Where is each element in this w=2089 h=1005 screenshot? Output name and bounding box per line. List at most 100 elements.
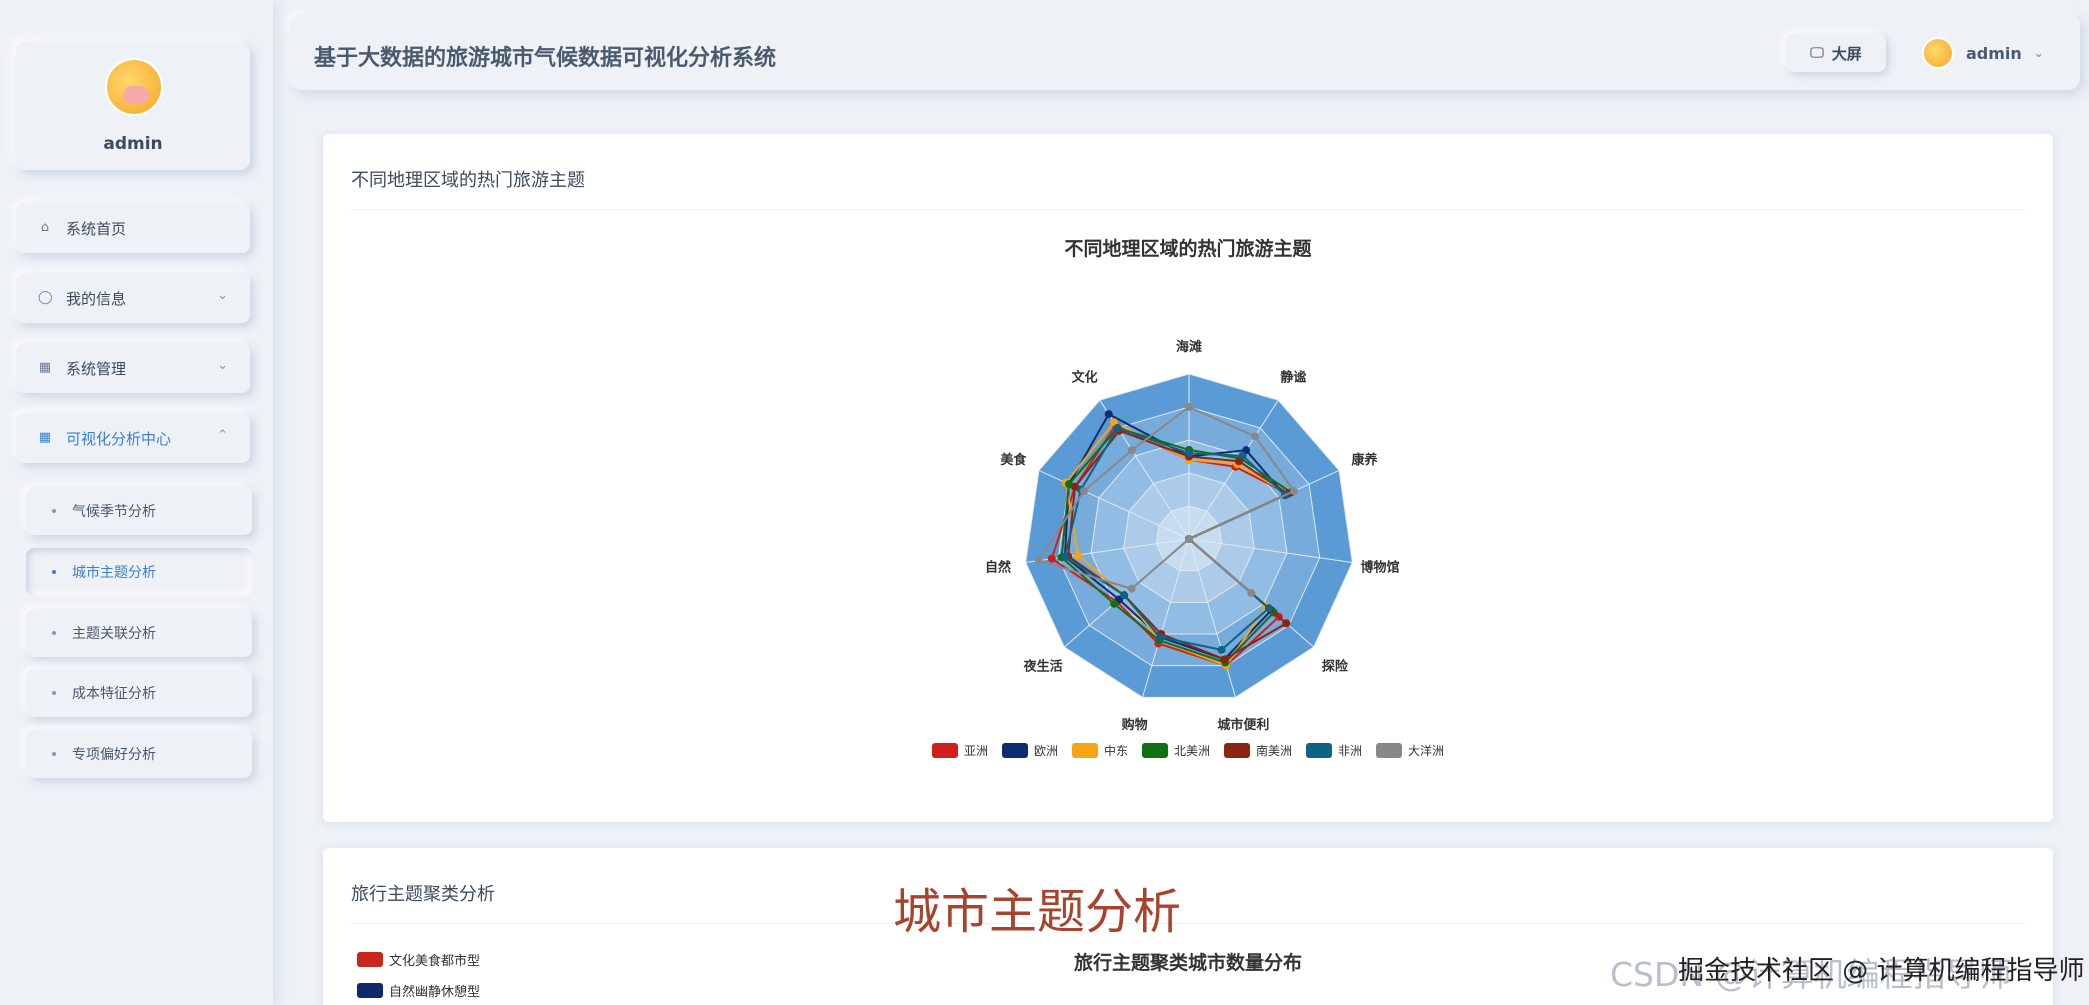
submenu-item-label: 气候季节分析	[72, 504, 156, 520]
radar-axis-label: 静谧	[1280, 370, 1306, 386]
radar-point	[1185, 535, 1193, 543]
legend-item[interactable]: 自然幽静休憩型	[357, 981, 480, 1000]
legend-item[interactable]: 北美洲	[1141, 742, 1210, 759]
bullet-icon	[52, 631, 56, 635]
legend-swatch	[1306, 743, 1333, 758]
legend-item[interactable]: 文化美食都市型	[357, 950, 480, 969]
submenu-item-city-theme[interactable]: 城市主题分析	[26, 548, 252, 596]
menu-item-home[interactable]: ⌂ 系统首页	[16, 203, 250, 253]
menu-item-label: 系统首页	[66, 219, 127, 238]
legend-item[interactable]: 非洲	[1306, 742, 1362, 759]
chevron-up-icon: ⌃	[217, 428, 228, 443]
legend-label: 南美洲	[1256, 744, 1293, 758]
menu-item-label: 系统管理	[66, 359, 127, 378]
submenu-item-label: 城市主题分析	[72, 565, 156, 581]
profile-name: admin	[103, 134, 163, 154]
chart-legend: 亚洲 欧洲 中东 北美洲 南美洲 非洲 大洋洲	[323, 742, 2053, 759]
legend-item[interactable]: 欧洲	[1001, 742, 1058, 759]
legend-swatch	[931, 743, 958, 758]
radar-point	[1282, 619, 1291, 628]
bullet-icon	[52, 752, 56, 756]
legend-item[interactable]: 中东	[1071, 742, 1128, 759]
card-title: 旅行主题聚类分析	[351, 884, 495, 905]
menu-item-label: 我的信息	[66, 289, 127, 308]
radar-point	[1060, 552, 1069, 561]
radar-axis-label: 文化	[1072, 370, 1098, 386]
radar-point	[1104, 410, 1113, 419]
legend-item[interactable]: 亚洲	[931, 742, 988, 759]
radar-point	[1185, 403, 1193, 411]
legend-swatch	[357, 952, 383, 967]
radar-point	[1238, 451, 1247, 460]
legend-label: 欧洲	[1033, 744, 1058, 758]
submenu-item-special-preference[interactable]: 专项偏好分析	[26, 730, 252, 778]
radar-axis-label: 美食	[1000, 452, 1027, 468]
radar-point	[1047, 554, 1056, 563]
legend-label: 中东	[1103, 744, 1128, 758]
menu-item-label: 可视化分析中心	[66, 429, 172, 448]
submenu-item-cost-feature[interactable]: 成本特征分析	[26, 669, 252, 717]
radar-point	[1073, 550, 1082, 559]
monitor-icon: 🖵	[1810, 45, 1824, 61]
big-screen-button[interactable]: 🖵 大屏	[1786, 34, 1886, 72]
legend-swatch	[357, 983, 383, 998]
radar-point	[1217, 645, 1226, 654]
radar-axis-label: 海滩	[1176, 339, 1202, 355]
home-icon: ⌂	[40, 220, 50, 235]
user-menu[interactable]: admin ⌄	[1922, 34, 2044, 72]
legend-label: 非洲	[1338, 744, 1363, 758]
watermark: 掘金技术社区 @ 计算机编程指导师	[1678, 956, 2085, 986]
sidebar: admin ⌂ 系统首页 ◯ 我的信息 ⌄ ▦ 系统管理 ⌄ ▦ 可视化分析中心…	[0, 0, 273, 1005]
bullet-icon	[52, 509, 56, 513]
submenu-item-label: 专项偏好分析	[72, 747, 156, 763]
user-name: admin	[1966, 43, 2022, 63]
video-caption: 城市主题分析	[893, 884, 1182, 940]
legend-label: 文化美食都市型	[389, 954, 481, 969]
radar-point	[1127, 584, 1136, 593]
chevron-down-icon: ⌄	[2033, 46, 2044, 60]
radar-point	[1185, 449, 1193, 458]
legend-item[interactable]: 南美洲	[1224, 742, 1292, 759]
submenu-item-label: 成本特征分析	[72, 686, 156, 702]
radar-axis-label: 博物馆	[1361, 559, 1400, 575]
radar-point	[1079, 487, 1088, 496]
radar-point	[1251, 432, 1260, 441]
radar-point	[1113, 423, 1122, 432]
legend-label: 亚洲	[963, 744, 988, 758]
divider	[351, 923, 2025, 924]
radar-axis-label: 探险	[1322, 658, 1349, 674]
avatar	[1922, 37, 1954, 69]
avatar[interactable]	[105, 58, 163, 116]
grid-icon: ▦	[38, 360, 52, 375]
app-title: 基于大数据的旅游城市气候数据可视化分析系统	[314, 46, 777, 71]
radar-point	[1127, 446, 1136, 455]
submenu-item-theme-relation[interactable]: 主题关联分析	[26, 609, 252, 657]
legend-swatch	[1071, 743, 1098, 758]
chevron-down-icon: ⌄	[217, 288, 228, 303]
menu-item-visual-analysis[interactable]: ▦ 可视化分析中心 ⌃	[16, 413, 250, 463]
radar-point	[1264, 604, 1273, 613]
legend-label: 自然幽静休憩型	[389, 985, 481, 1000]
legend-swatch	[1224, 743, 1250, 758]
menu-item-system-management[interactable]: ▦ 系统管理 ⌄	[16, 343, 250, 393]
region-theme-card: 不同地理区域的热门旅游主题 不同地理区域的热门旅游主题 海滩 静谧 康养 博物馆 探险城…	[323, 134, 2053, 822]
user-icon: ◯	[38, 290, 53, 305]
radar-chart: 海滩静谧康养博物馆探险城市便利 购物 夜生活 自然 美食 文化	[985, 339, 1400, 733]
radar-axis-label: 夜生活	[1023, 658, 1063, 674]
chevron-down-icon: ⌄	[217, 358, 228, 373]
menu-item-my-info[interactable]: ◯ 我的信息 ⌄	[16, 273, 250, 323]
radar-point	[1247, 589, 1256, 598]
radar-point	[1156, 633, 1165, 642]
radar-axis-label: 购物	[1122, 717, 1148, 733]
legend-label: 大洋洲	[1408, 744, 1445, 758]
submenu-item-climate-season[interactable]: 气候季节分析	[26, 487, 252, 535]
radar-axis-label: 城市便利	[1217, 717, 1269, 733]
radar-point	[1290, 487, 1299, 496]
radar-axis-label: 康养	[1352, 452, 1379, 468]
legend-label: 北美洲	[1173, 744, 1210, 758]
legend-swatch	[1001, 743, 1028, 758]
submenu-item-label: 主题关联分析	[72, 626, 156, 642]
legend-item[interactable]: 大洋洲	[1376, 742, 1444, 759]
top-header: 基于大数据的旅游城市气候数据可视化分析系统 🖵 大屏 admin ⌄	[290, 14, 2080, 90]
profile-card: admin	[16, 42, 250, 170]
